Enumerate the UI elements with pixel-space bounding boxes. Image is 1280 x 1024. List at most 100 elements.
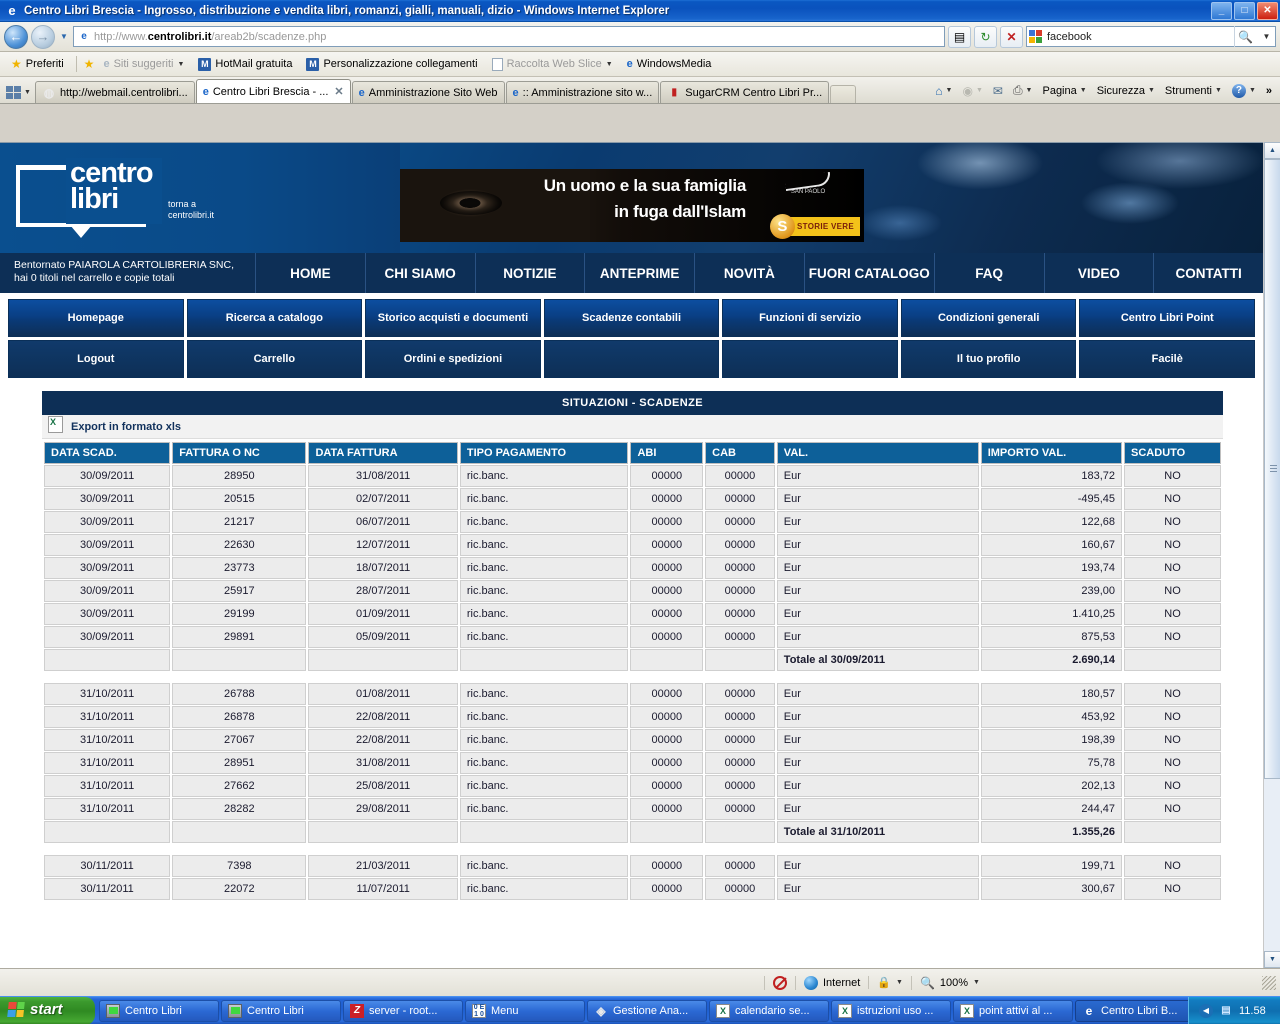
tile-scadenze-contabili[interactable]: Scadenze contabili [543,299,720,337]
tile-logout[interactable]: Logout [8,340,184,378]
chevron-down-icon[interactable]: ▼ [946,87,953,94]
chevron-down-icon[interactable]: ▼ [976,87,983,94]
column-header-data-scad[interactable]: DATA SCAD. [44,442,171,464]
search-input[interactable]: facebook 🔍 ▼ [1026,26,1276,47]
tile-centro-libri-point[interactable]: Centro Libri Point [1079,299,1256,337]
taskbar-item[interactable]: ◈ Gestione Ana... [587,999,707,1022]
chevron-down-icon[interactable]: ▼ [1026,87,1033,94]
security-zone-indicator[interactable]: Internet [795,975,868,990]
tile-carrello[interactable]: Carrello [186,340,363,378]
quick-tabs-button[interactable]: ▼ [4,86,35,103]
nav-item-faq[interactable]: FAQ [933,253,1044,293]
column-header-abi[interactable]: ABI [630,442,704,464]
nav-item-contatti[interactable]: CONTATTI [1153,253,1263,293]
maximize-button[interactable]: □ [1234,1,1255,20]
window-resize-grip[interactable] [1262,975,1276,990]
nav-item-anteprime[interactable]: ANTEPRIME [584,253,694,293]
column-header-data-fattura[interactable]: DATA FATTURA [308,442,458,464]
feeds-button[interactable]: ◉ ▼ [958,82,986,100]
browser-tab-webmail[interactable]: ◍ http://webmail.centrolibri... [34,81,195,103]
minimize-button[interactable]: _ [1211,1,1232,20]
taskbar-item[interactable]: 0 E1 0 Menu [465,999,585,1022]
browser-tab-centro-libri-brescia[interactable]: e Centro Libri Brescia - ... ✕ [195,79,351,103]
column-header-importo-val[interactable]: IMPORTO VAL. [980,442,1123,464]
nav-item-notizie[interactable]: NOTIZIE [474,253,585,293]
nav-item-home[interactable]: HOME [255,253,365,293]
read-mail-button[interactable]: ✉ [989,82,1007,100]
favorite-item-raccolta-web-slice[interactable]: Raccolta Web Slice ▼ [487,56,618,73]
tab-list-dropdown-icon[interactable]: ▼ [24,89,31,96]
compatibility-view-icon[interactable]: ▤ [948,25,971,48]
refresh-icon[interactable]: ↻ [974,25,997,48]
column-header-fattura-o-nc[interactable]: FATTURA O NC [172,442,307,464]
site-logo[interactable]: centro libri torna a centrolibri.it [16,158,214,238]
home-button[interactable]: ⌂ ▼ [931,82,956,100]
chevron-left-icon[interactable]: ◀ [1199,1003,1213,1018]
favorites-button[interactable]: ★ Preferiti [6,55,69,73]
back-arrow-icon[interactable]: ← [4,24,28,49]
tile-homepage[interactable]: Homepage [8,299,184,337]
taskbar-item[interactable]: Centro Libri [99,999,219,1022]
tile-storico-acquisti-e-documenti[interactable]: Storico acquisti e documenti [365,299,541,337]
taskbar-item[interactable]: Xistruzioni uso ... [831,999,951,1022]
taskbar-item[interactable]: e Centro Libri B... [1075,999,1188,1022]
browser-tab-amministrazione-sito-w[interactable]: e :: Amministrazione sito w... [505,81,660,103]
add-favorite-icon[interactable]: ★ [84,57,95,71]
taskbar-item[interactable]: Xpoint attivi al ... [953,999,1073,1022]
forward-arrow-icon[interactable]: → [31,24,55,49]
stop-icon[interactable]: ✕ [1000,25,1023,48]
recent-pages-dropdown-icon[interactable]: ▼ [58,32,70,41]
chevron-down-icon[interactable]: ▼ [973,979,980,986]
command-bar-overflow[interactable]: » [1262,83,1276,99]
scroll-down-button[interactable]: ▼ [1264,951,1280,968]
tile-condizioni-generali[interactable]: Condizioni generali [900,299,1077,337]
tile-ricerca-a-catalogo[interactable]: Ricerca a catalogo [186,299,363,337]
column-header-scaduto[interactable]: SCADUTO [1124,442,1221,464]
column-header-val[interactable]: VAL. [776,442,979,464]
favorite-item-hotmail[interactable]: M HotMail gratuita [193,56,297,73]
help-menu[interactable]: ? ▼ [1228,82,1260,100]
scrollbar-thumb[interactable] [1264,159,1280,779]
export-xls-link[interactable]: Export in formato xls [71,421,181,433]
close-tab-icon[interactable]: ✕ [334,85,343,98]
column-header-tipo-pagamento[interactable]: TIPO PAGAMENTO [459,442,629,464]
favorite-item-windowsmedia[interactable]: e WindowsMedia [622,56,717,72]
advertisement-banner[interactable]: Un uomo e la sua famiglia in fuga dall'I… [400,169,864,242]
print-button[interactable]: ⎙ ▼ [1009,81,1037,100]
popup-blocked-indicator[interactable] [764,975,795,990]
tile-facile[interactable]: Facilè [1079,340,1256,378]
page-scrollbar[interactable]: ▲ ▼ [1263,142,1280,968]
clock[interactable]: 11.58 [1239,1005,1266,1017]
chevron-down-icon[interactable]: ▼ [896,979,903,986]
nav-item-video[interactable]: VIDEO [1043,253,1154,293]
tile-funzioni-di-servizio[interactable]: Funzioni di servizio [722,299,898,337]
network-icon[interactable]: ▤ [1219,1004,1233,1018]
browser-tab-amministrazione-sito-web[interactable]: e Amministrazione Sito Web [351,81,505,103]
search-icon[interactable]: 🔍 [1234,26,1256,47]
new-tab-button[interactable] [830,85,857,103]
taskbar-item[interactable]: Xcalendario se... [709,999,829,1022]
zoom-control[interactable]: 🔍 100% ▼ [910,975,988,990]
favorite-item-personalizzazione[interactable]: M Personalizzazione collegamenti [301,56,482,73]
scroll-up-button[interactable]: ▲ [1264,142,1280,159]
search-provider-dropdown-icon[interactable]: ▼ [1260,32,1273,41]
url-input[interactable]: e http://www.centrolibri.it/areab2b/scad… [73,26,945,47]
taskbar-item[interactable]: Centro Libri [221,999,341,1022]
tools-menu[interactable]: Strumenti ▼ [1161,83,1226,99]
nav-item-novita[interactable]: NOVITÀ [694,253,804,293]
tile-il-tuo-profilo[interactable]: Il tuo profilo [900,340,1077,378]
security-menu[interactable]: Sicurezza ▼ [1093,83,1159,99]
excel-icon[interactable] [48,416,63,433]
scrollbar-track[interactable] [1264,159,1280,951]
browser-tab-sugarcrm[interactable]: ▮ SugarCRM Centro Libri Pr... [660,81,830,103]
favorite-item-siti-suggeriti[interactable]: e Siti suggeriti ▼ [98,56,189,72]
page-menu[interactable]: Pagina ▼ [1038,83,1090,99]
tile-ordini-e-spedizioni[interactable]: Ordini e spedizioni [365,340,541,378]
taskbar-item[interactable]: Zserver - root... [343,999,463,1022]
close-button[interactable]: ✕ [1257,1,1278,20]
nav-item-fuori-catalogo[interactable]: FUORI CATALOGO [803,253,934,293]
nav-item-chi-siamo[interactable]: CHI SIAMO [364,253,475,293]
logo-subtext[interactable]: torna a centrolibri.it [168,199,214,222]
protected-mode-indicator[interactable]: 🔒 ▼ [868,976,911,989]
column-header-cab[interactable]: CAB [705,442,775,464]
